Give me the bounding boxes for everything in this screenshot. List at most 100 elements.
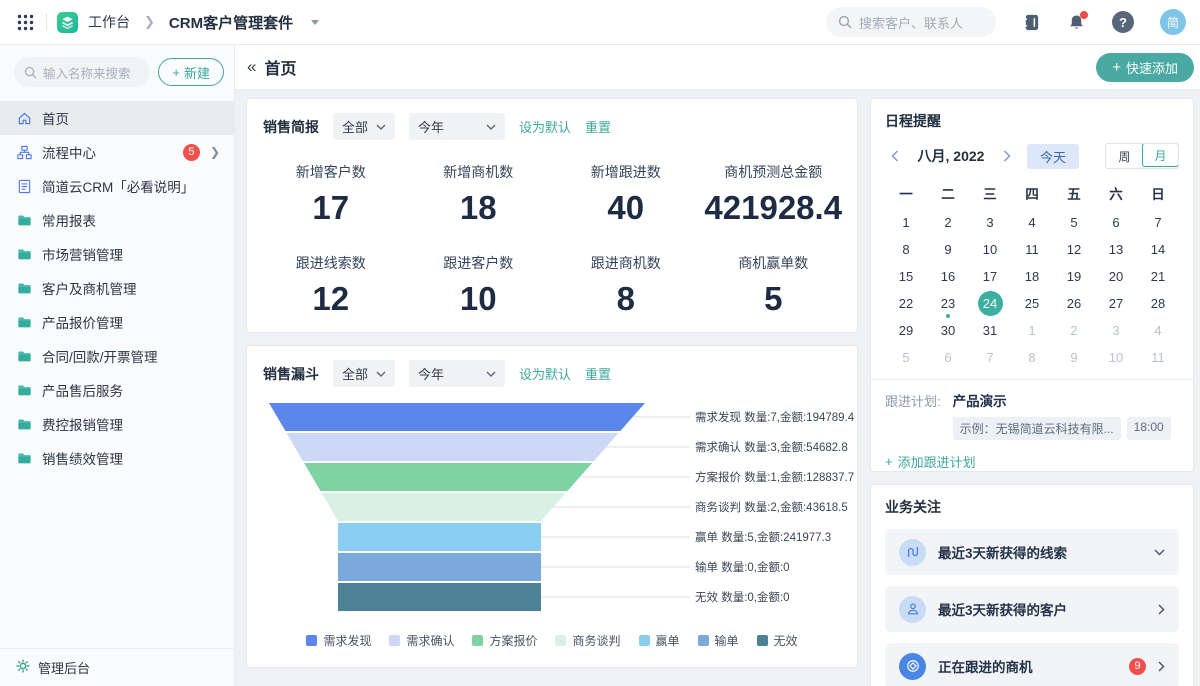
sidebar-item[interactable]: 销售绩效管理 bbox=[0, 441, 234, 475]
set-default-link[interactable]: 设为默认 bbox=[519, 117, 571, 136]
calendar-day[interactable]: 10 bbox=[1095, 344, 1137, 371]
legend-item[interactable]: 方案报价 bbox=[472, 632, 537, 649]
calendar-day[interactable]: 8 bbox=[1011, 344, 1053, 371]
calendar-day[interactable]: 1 bbox=[1011, 317, 1053, 344]
calendar-day[interactable]: 31 bbox=[969, 317, 1011, 344]
funnel-stage[interactable] bbox=[338, 583, 541, 611]
sidebar-item[interactable]: 费控报销管理 bbox=[0, 407, 234, 441]
reset-link[interactable]: 重置 bbox=[585, 364, 611, 383]
new-button[interactable]: + 新建 bbox=[158, 58, 224, 86]
calendar-day[interactable]: 2 bbox=[927, 209, 969, 236]
next-month-icon[interactable] bbox=[997, 150, 1017, 162]
sidebar-item[interactable]: 常用报表 bbox=[0, 203, 234, 237]
calendar-day[interactable]: 3 bbox=[969, 209, 1011, 236]
admin-backend-button[interactable]: 管理后台 bbox=[0, 648, 234, 686]
app-title[interactable]: CRM客户管理套件 bbox=[169, 12, 293, 33]
global-search-input[interactable]: 搜索客户、联系人 bbox=[826, 7, 996, 37]
calendar-day[interactable]: 28 bbox=[1137, 290, 1179, 317]
calendar-day[interactable]: 9 bbox=[927, 236, 969, 263]
calendar-day[interactable]: 5 bbox=[885, 344, 927, 371]
calendar-day[interactable]: 5 bbox=[1053, 209, 1095, 236]
calendar-day[interactable]: 29 bbox=[885, 317, 927, 344]
sidebar-item[interactable]: 简道云CRM「必看说明」 bbox=[0, 169, 234, 203]
legend-item[interactable]: 需求确认 bbox=[389, 632, 454, 649]
calendar-day[interactable]: 26 bbox=[1053, 290, 1095, 317]
set-default-link[interactable]: 设为默认 bbox=[519, 364, 571, 383]
add-followup-button[interactable]: + 添加跟进计划 bbox=[885, 452, 1179, 471]
sidebar-item[interactable]: 流程中心5❯ bbox=[0, 135, 234, 169]
business-item[interactable]: 最近3天新获得的客户 bbox=[885, 586, 1179, 632]
calendar-day[interactable]: 7 bbox=[969, 344, 1011, 371]
calendar-day[interactable]: 3 bbox=[1095, 317, 1137, 344]
calendar-day[interactable]: 7 bbox=[1137, 209, 1179, 236]
notifications-bell-icon[interactable] bbox=[1067, 13, 1086, 32]
calendar-day[interactable]: 15 bbox=[885, 263, 927, 290]
calendar-day-today[interactable]: 24 bbox=[969, 290, 1011, 317]
collapse-sidebar-icon[interactable]: « bbox=[239, 57, 264, 77]
calendar-day[interactable]: 4 bbox=[1011, 209, 1053, 236]
legend-item[interactable]: 无效 bbox=[757, 632, 798, 649]
calendar-day[interactable]: 10 bbox=[969, 236, 1011, 263]
calendar-day[interactable]: 22 bbox=[885, 290, 927, 317]
business-item[interactable]: 最近3天新获得的线索 bbox=[885, 529, 1179, 575]
sidebar-item[interactable]: 市场营销管理 bbox=[0, 237, 234, 271]
business-item[interactable]: 正在跟进的商机9 bbox=[885, 643, 1179, 686]
calendar-day[interactable]: 27 bbox=[1095, 290, 1137, 317]
legend-item[interactable]: 输单 bbox=[698, 632, 739, 649]
reset-link[interactable]: 重置 bbox=[585, 117, 611, 136]
calendar-day[interactable]: 11 bbox=[1137, 344, 1179, 371]
funnel-stage[interactable] bbox=[304, 463, 592, 491]
calendar-day[interactable]: 17 bbox=[969, 263, 1011, 290]
sidebar-item[interactable]: 首页 bbox=[0, 101, 234, 135]
briefing-scope-select[interactable]: 全部 bbox=[333, 113, 395, 140]
quick-add-button[interactable]: + 快速添加 bbox=[1096, 53, 1194, 82]
sidebar-item[interactable]: 合同/回款/开票管理 bbox=[0, 339, 234, 373]
funnel-period-select[interactable]: 今年 bbox=[409, 360, 505, 387]
calendar-day[interactable]: 4 bbox=[1137, 317, 1179, 344]
help-icon[interactable]: ? bbox=[1112, 11, 1134, 33]
calendar-day[interactable]: 25 bbox=[1011, 290, 1053, 317]
followup-title[interactable]: 产品演示 bbox=[953, 390, 1171, 410]
contacts-book-icon[interactable] bbox=[1022, 13, 1041, 32]
calendar-day[interactable]: 18 bbox=[1011, 263, 1053, 290]
sidebar-search-input[interactable]: 输入名称来搜索 bbox=[14, 57, 150, 87]
calendar-day[interactable]: 1 bbox=[885, 209, 927, 236]
calendar-day[interactable]: 14 bbox=[1137, 236, 1179, 263]
legend-item[interactable]: 需求发现 bbox=[306, 632, 371, 649]
app-grid-icon[interactable] bbox=[14, 11, 36, 33]
funnel-stage[interactable] bbox=[338, 523, 541, 551]
app-title-caret-icon[interactable] bbox=[311, 20, 319, 25]
calendar-day[interactable]: 19 bbox=[1053, 263, 1095, 290]
prev-month-icon[interactable] bbox=[885, 150, 905, 162]
calendar-day[interactable]: 12 bbox=[1053, 236, 1095, 263]
workspace-link[interactable]: 工作台 bbox=[88, 12, 130, 32]
calendar-day[interactable]: 6 bbox=[1095, 209, 1137, 236]
sidebar-item[interactable]: 客户及商机管理 bbox=[0, 271, 234, 305]
today-button[interactable]: 今天 bbox=[1027, 144, 1079, 169]
calendar-day[interactable]: 2 bbox=[1053, 317, 1095, 344]
calendar-day[interactable]: 16 bbox=[927, 263, 969, 290]
briefing-period-select[interactable]: 今年 bbox=[409, 113, 505, 140]
calendar-day[interactable]: 23 bbox=[927, 290, 969, 317]
calendar-day[interactable]: 11 bbox=[1011, 236, 1053, 263]
funnel-stage[interactable] bbox=[322, 493, 566, 521]
calendar-day[interactable]: 21 bbox=[1137, 263, 1179, 290]
month-toggle[interactable]: 月 bbox=[1142, 143, 1179, 167]
sidebar-item-label: 产品售后服务 bbox=[42, 380, 220, 400]
sidebar-item[interactable]: 产品售后服务 bbox=[0, 373, 234, 407]
calendar-day[interactable]: 8 bbox=[885, 236, 927, 263]
calendar-day[interactable]: 6 bbox=[927, 344, 969, 371]
calendar-day[interactable]: 30 bbox=[927, 317, 969, 344]
funnel-stage[interactable] bbox=[269, 403, 645, 431]
funnel-stage[interactable] bbox=[338, 553, 541, 581]
legend-item[interactable]: 赢单 bbox=[639, 632, 680, 649]
funnel-stage[interactable] bbox=[287, 433, 619, 461]
calendar-day[interactable]: 13 bbox=[1095, 236, 1137, 263]
legend-item[interactable]: 商务谈判 bbox=[555, 632, 620, 649]
calendar-day[interactable]: 20 bbox=[1095, 263, 1137, 290]
funnel-scope-select[interactable]: 全部 bbox=[333, 360, 395, 387]
calendar-day[interactable]: 9 bbox=[1053, 344, 1095, 371]
user-avatar[interactable]: 简 bbox=[1160, 9, 1186, 35]
sidebar-item[interactable]: 产品报价管理 bbox=[0, 305, 234, 339]
week-toggle[interactable]: 周 bbox=[1106, 144, 1143, 168]
